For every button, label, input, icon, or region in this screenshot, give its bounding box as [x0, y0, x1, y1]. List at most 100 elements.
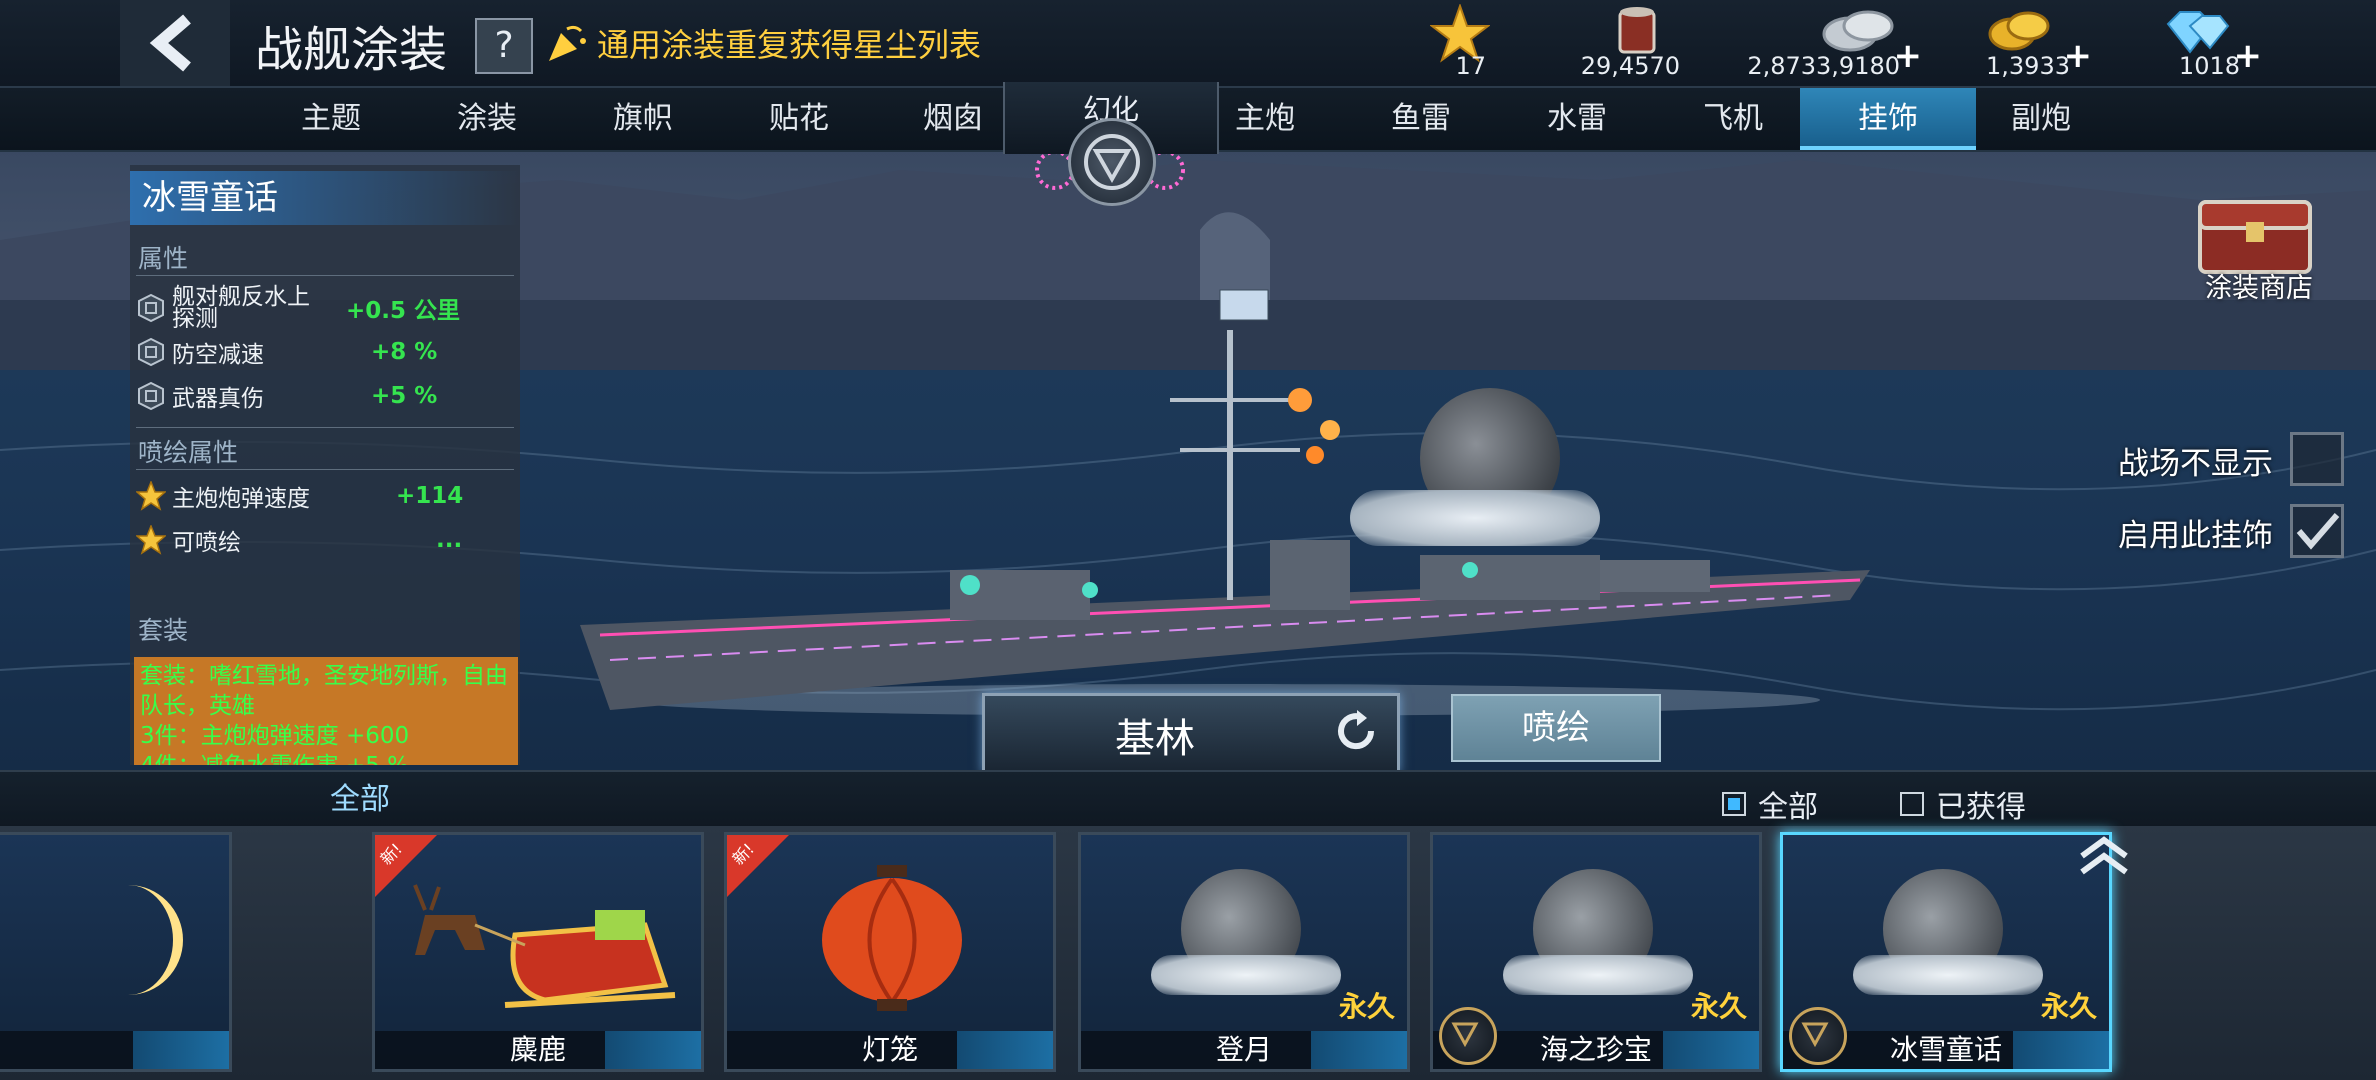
party-popper-icon: [549, 25, 586, 61]
set-line: 4件：减免水雷伤害 +5 %: [140, 751, 510, 765]
stardust-notice[interactable]: 通用涂装重复获得星尘列表: [545, 20, 981, 66]
page-title: 战舰涂装: [255, 22, 448, 78]
help-button[interactable]: ?: [475, 18, 533, 74]
tab-mine[interactable]: 水雷: [1502, 88, 1652, 150]
enable-ornament-checkbox[interactable]: [2290, 504, 2344, 558]
tab-all[interactable]: 全部: [300, 772, 420, 828]
attr-value: +8 %: [371, 339, 438, 365]
spray-attr-value: ...: [436, 527, 463, 553]
ship-name: 基林: [1115, 716, 1195, 762]
notice-text: 通用涂装重复获得星尘列表: [597, 26, 982, 64]
tab-flag[interactable]: 旗帜: [568, 88, 718, 150]
spray-attr-name: 可喷绘: [172, 530, 241, 556]
attr-name: 武器真伤: [172, 386, 264, 412]
ornament-card[interactable]: 新! 麋鹿: [372, 832, 704, 1072]
filter-all-option[interactable]: 全部: [1722, 782, 1818, 826]
paint-shop-label[interactable]: 涂装商店: [2205, 266, 2313, 305]
card-name: 麋鹿: [509, 1033, 566, 1066]
attr-value: +5 %: [371, 383, 438, 409]
star-count: 17: [1455, 52, 1486, 80]
paint-bucket-icon: [1618, 7, 1656, 54]
enable-ornament-label: 启用此挂饰: [2118, 518, 2273, 554]
permanent-label: 永久: [1690, 990, 1747, 1023]
chevron-left-icon: [149, 14, 191, 72]
silver-plus-button[interactable]: +: [1894, 36, 1923, 76]
gold-count: 1,3933: [1986, 52, 2070, 80]
ornament-card[interactable]: 永久 登月: [1078, 832, 1410, 1072]
filter-owned-label: 已获得: [1936, 790, 2026, 825]
resource-paint: 29,4570: [1570, 0, 1720, 86]
attr-section-title: 属性: [138, 244, 189, 273]
spray-button[interactable]: 喷绘: [1451, 694, 1661, 762]
permanent-label: 永久: [2040, 990, 2097, 1023]
resource-gold[interactable]: 1,3933 +: [1960, 0, 2092, 86]
set-emblem-icon: [1439, 1007, 1497, 1065]
attr-name: 防空减速: [172, 342, 264, 368]
star-icon: [136, 481, 166, 511]
divider: [136, 275, 514, 276]
tab-ornament[interactable]: 挂饰: [1800, 88, 1976, 150]
ornament-card[interactable]: 永久 海之珍宝: [1430, 832, 1762, 1072]
card-name-accent: [133, 1031, 229, 1069]
set-bonus-text: 套装：嗜红雪地，圣安地列斯，自由队长，英雄 3件：主炮炮弹速度 +600 4件：…: [140, 661, 510, 765]
tab-decal[interactable]: 贴花: [724, 88, 874, 150]
ornament-card[interactable]: [0, 832, 232, 1072]
refresh-icon: [1338, 710, 1375, 750]
permanent-label: 永久: [1338, 990, 1395, 1023]
ornament-card-selected[interactable]: 永久 冰雪童话: [1780, 832, 2112, 1072]
ship-attr-icon: [138, 337, 164, 367]
checkmark-icon: [2296, 513, 2340, 550]
attr-name: 舰对舰反水上探测: [172, 284, 310, 332]
attr-value: +0.5 公里: [346, 298, 461, 324]
cloud-icon: [1151, 955, 1341, 995]
filter-bar: 全部 全部 已获得: [0, 770, 2376, 828]
silver-count: 2,8733,9180: [1747, 52, 1900, 80]
diamond-icon: [2166, 11, 2230, 54]
filter-all-checkbox[interactable]: [1722, 792, 1746, 816]
attr-row: 舰对舰反水上探测 +0.5 公里: [136, 284, 516, 332]
hide-in-battle-label: 战场不显示: [2118, 446, 2273, 482]
top-bar: 战舰涂装 ? 通用涂装重复获得星尘列表 17 29,4570 2,8733,91…: [0, 0, 2376, 88]
set-line: 套装：嗜红雪地，圣安地列斯，自由队长，英雄: [140, 663, 508, 719]
divider: [136, 469, 514, 470]
filter-owned-checkbox[interactable]: [1900, 792, 1924, 816]
lantern-icon: [822, 865, 962, 1011]
ornament-card[interactable]: 新! 灯笼: [724, 832, 1056, 1072]
set-bonus-box[interactable]: 套装：嗜红雪地，圣安地列斯，自由队长，英雄 3件：主炮炮弹速度 +600 4件：…: [134, 657, 518, 765]
destroyer-ship: [580, 289, 1870, 716]
gold-plus-button[interactable]: +: [2064, 36, 2093, 76]
hide-in-battle-checkbox[interactable]: [2290, 432, 2344, 486]
tab-theme[interactable]: 主题: [256, 88, 406, 150]
star-icon: [136, 525, 166, 555]
tab-torpedo[interactable]: 鱼雷: [1346, 88, 1496, 150]
resource-diamond[interactable]: 1018 +: [2160, 0, 2262, 86]
transform-emblem-icon[interactable]: [1068, 118, 1156, 206]
tab-aircraft[interactable]: 飞机: [1658, 88, 1808, 150]
spray-section-title: 喷绘属性: [138, 438, 239, 467]
moon-cloud: [1350, 490, 1600, 546]
spray-attr-row: 可喷绘 ...: [136, 521, 516, 559]
cloud-icon: [1853, 955, 2043, 995]
diamond-plus-button[interactable]: +: [2234, 36, 2263, 76]
paint-count: 29,4570: [1580, 52, 1680, 80]
filter-owned-option[interactable]: 已获得: [1900, 782, 2026, 826]
spray-attr-row: 主炮炮弹速度 +114: [136, 477, 516, 515]
new-badge: 新!: [727, 835, 789, 897]
back-button[interactable]: [120, 0, 230, 86]
attr-row: 防空减速 +8 %: [136, 333, 516, 371]
collapse-button[interactable]: [2072, 832, 2136, 880]
ornament-title: 冰雪童话: [130, 171, 520, 225]
ship-select-button[interactable]: 基林: [982, 693, 1400, 773]
tab-paint[interactable]: 涂装: [412, 88, 562, 150]
divider: [136, 427, 514, 428]
card-name: 灯笼: [861, 1033, 918, 1066]
reindeer-sleigh-icon: [413, 884, 676, 1008]
triangle-emblem-icon: [1084, 134, 1140, 190]
new-badge: 新!: [375, 835, 437, 897]
ship-attr-icon: [138, 381, 164, 411]
tab-secondary-gun[interactable]: 副炮: [1966, 88, 2116, 150]
ship-attr-icon: [138, 293, 164, 323]
set-emblem-icon: [1789, 1007, 1847, 1065]
crescent-icon: [123, 885, 183, 995]
resource-silver[interactable]: 2,8733,9180 +: [1740, 0, 1922, 86]
